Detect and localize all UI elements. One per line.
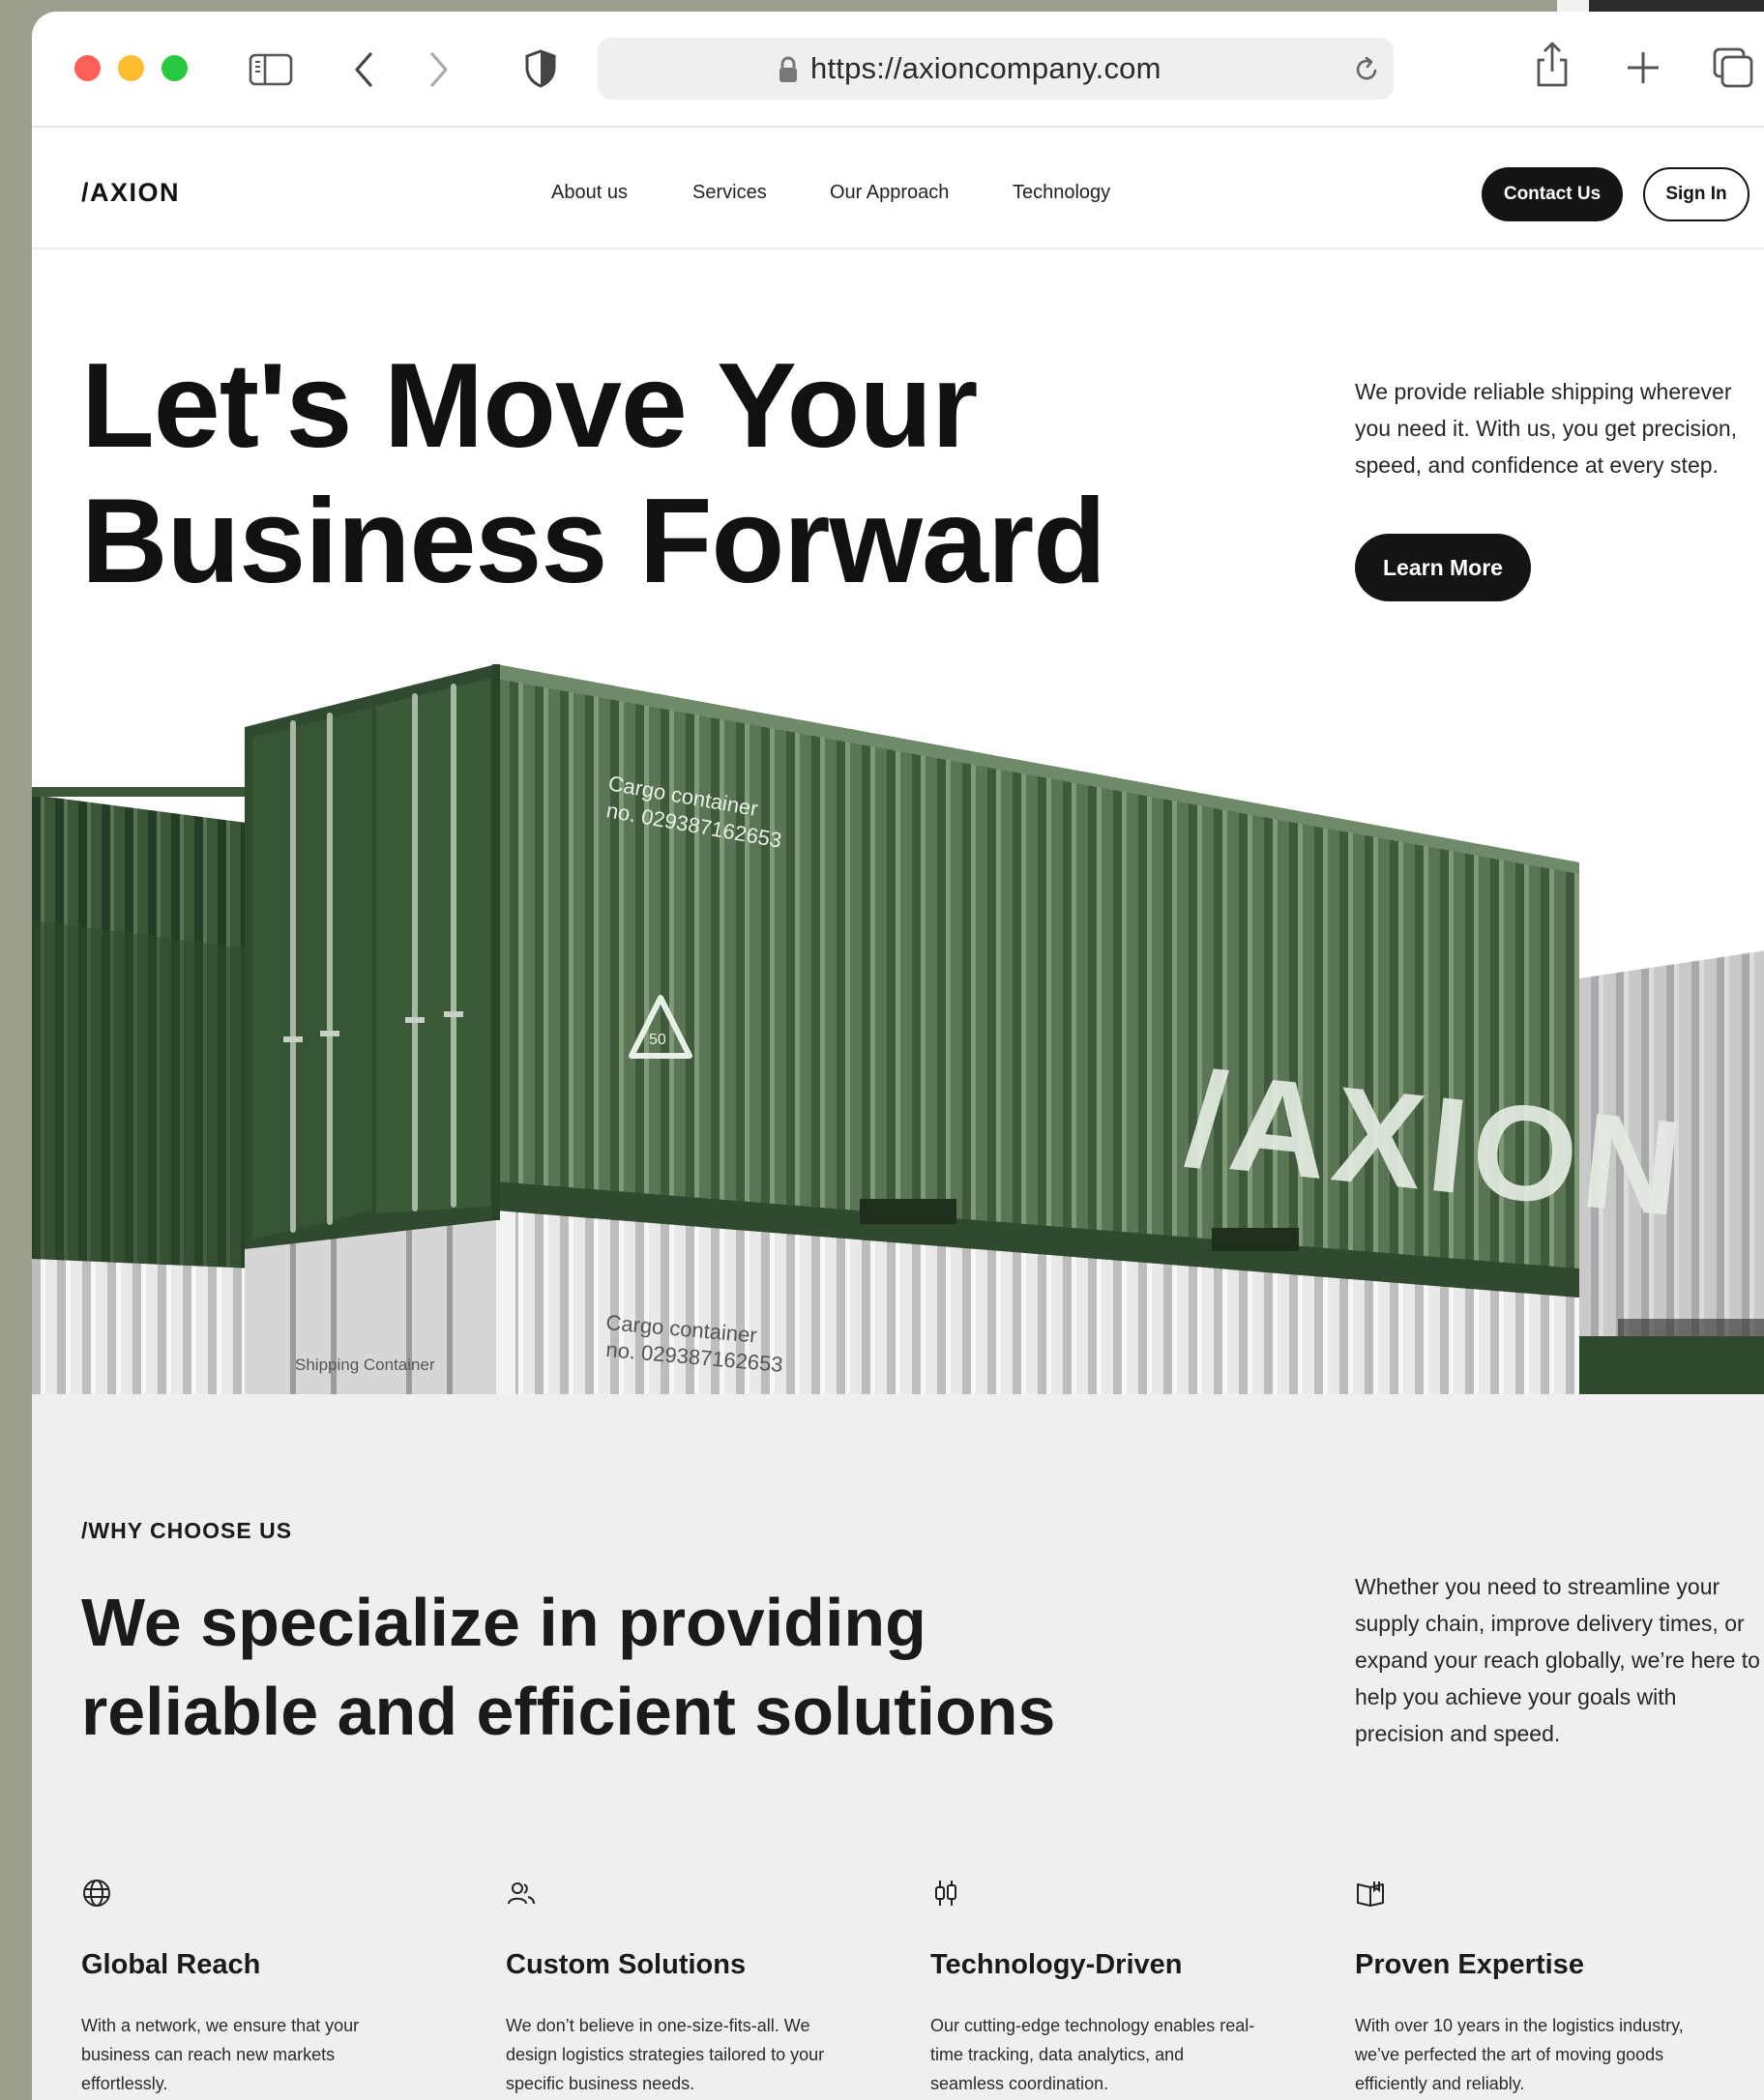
nav-link-our-approach[interactable]: Our Approach (830, 182, 949, 204)
site-header: /AXION About us Services Our Approach Te… (32, 128, 1764, 249)
section-title: We specialize in providing reliable and … (81, 1578, 1055, 1756)
nav-link-services[interactable]: Services (692, 182, 767, 204)
browser-window: https://axioncompany.com /AXION About us… (32, 12, 1764, 2100)
minimize-window-button[interactable] (118, 55, 144, 81)
new-tab-icon[interactable] (1626, 50, 1661, 85)
why-choose-us-section: /WHY CHOOSE US We specialize in providin… (32, 1394, 1764, 2100)
book-icon (1357, 1881, 1384, 1907)
globe-icon (83, 1880, 110, 1907)
site-logo[interactable]: /AXION (81, 178, 180, 208)
feature-text: With over 10 years in the logistics indu… (1355, 2016, 1684, 2093)
feature-text: With a network, we ensure that your busi… (81, 2016, 360, 2093)
candlestick-icon (935, 1881, 956, 1906)
side-container-label: Shipping Container (295, 1356, 435, 1374)
hero-title-line-1: Let's Move Your (81, 339, 978, 473)
forward-icon[interactable] (425, 50, 452, 89)
hero-title-line-2: Business Forward (81, 475, 1106, 608)
feature-title: Global Reach (81, 1949, 261, 1980)
svg-text:50: 50 (649, 1032, 666, 1048)
tabs-icon[interactable] (1712, 46, 1754, 89)
feature-title: Technology-Driven (930, 1949, 1183, 1980)
feature-title: Custom Solutions (506, 1949, 747, 1980)
nav-link-technology[interactable]: Technology (1013, 182, 1110, 204)
feature-title: Proven Expertise (1355, 1949, 1584, 1980)
close-window-button[interactable] (74, 55, 101, 81)
users-icon (508, 1882, 535, 1905)
background-window-edge (1589, 0, 1764, 12)
sidebar-icon[interactable] (249, 52, 293, 87)
hero-image-containers: Cargo container no. 029387162653 Cargo c… (32, 630, 1764, 1394)
hero-description: We provide reliable shipping wherever yo… (1355, 379, 1738, 478)
contact-us-button[interactable]: Contact Us (1482, 167, 1623, 221)
reload-icon[interactable] (1354, 55, 1381, 84)
zoom-window-button[interactable] (162, 55, 188, 81)
section-title-line-1: We specialize in providing (81, 1585, 926, 1660)
share-icon[interactable] (1533, 41, 1572, 89)
nav-link-about-us[interactable]: About us (551, 182, 628, 204)
lock-icon (779, 56, 797, 82)
section-kicker: /WHY CHOOSE US (81, 1518, 293, 1543)
shield-icon[interactable] (523, 48, 558, 89)
section-title-line-2: reliable and efficient solutions (81, 1674, 1056, 1749)
hero-title: Let's Move Your Business Forward (81, 338, 1106, 609)
back-icon[interactable] (351, 50, 378, 89)
shipping-containers-illustration: Cargo container no. 029387162653 Cargo c… (32, 664, 1764, 1394)
feature-text: We don’t believe in one-size-fits-all. W… (506, 2016, 825, 2093)
learn-more-button[interactable]: Learn More (1355, 534, 1531, 601)
browser-toolbar: https://axioncompany.com (32, 12, 1764, 128)
section-description: Whether you need to streamline your supp… (1355, 1574, 1760, 1746)
sign-in-button[interactable]: Sign In (1643, 167, 1749, 221)
feature-text: Our cutting-edge technology enables real… (930, 2016, 1255, 2093)
window-edge-strip (1557, 0, 1589, 12)
address-bar[interactable]: https://axioncompany.com (598, 38, 1394, 100)
url-text: https://axioncompany.com (810, 51, 1161, 85)
